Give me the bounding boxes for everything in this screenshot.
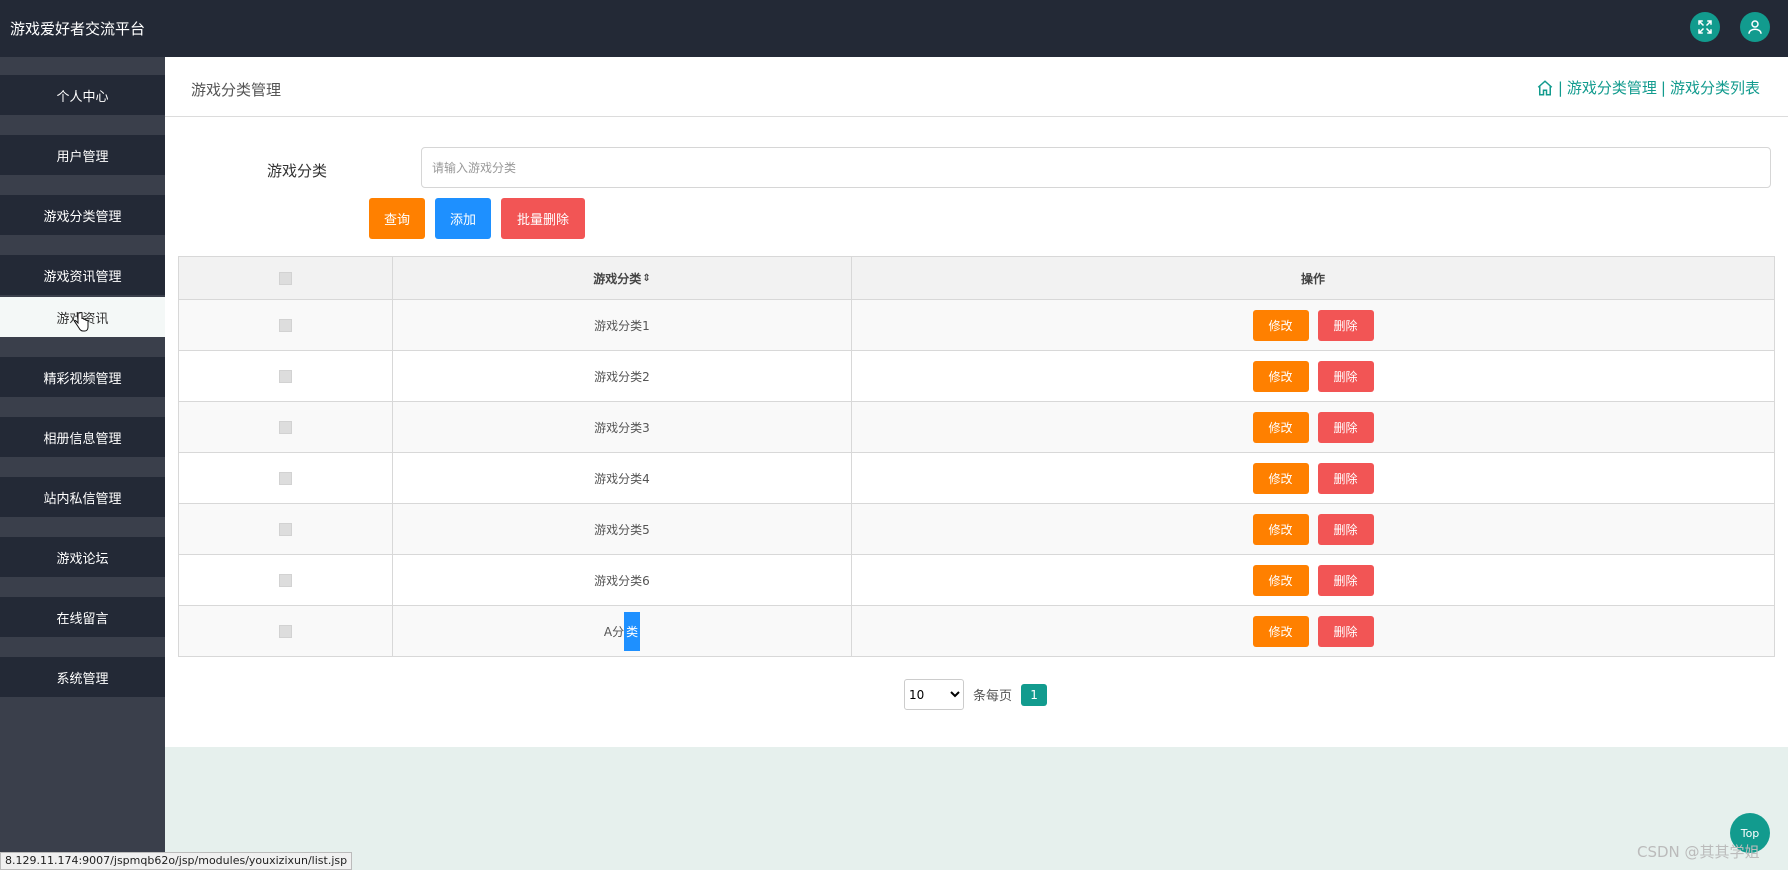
sidebar-item-forum[interactable]: 游戏论坛 (0, 537, 165, 577)
edit-button[interactable]: 修改 (1252, 411, 1309, 443)
header-actions-cell: 操作 (852, 257, 1774, 299)
search-input[interactable] (421, 147, 1771, 188)
category-name: 游戏分类6 (594, 573, 650, 588)
sidebar-item-messages[interactable]: 站内私信管理 (0, 477, 165, 517)
table-row: A分类 修改 删除 (179, 605, 1774, 656)
top-bar: 游戏爱好者交流平台 (0, 0, 1788, 57)
table-row: 游戏分类4 修改 删除 (179, 452, 1774, 503)
category-name: 游戏分类3 (594, 420, 650, 435)
breadcrumb-item-list[interactable]: 游戏分类列表 (1670, 77, 1760, 98)
sidebar-item-label: 个人中心 (56, 89, 109, 105)
delete-button[interactable]: 删除 (1317, 564, 1374, 596)
category-name: 游戏分类4 (594, 471, 650, 486)
category-name: 游戏分类1 (594, 318, 650, 333)
sidebar-item-game-news[interactable]: 游戏资讯管理 (0, 255, 165, 295)
category-name: 游戏分类2 (594, 369, 650, 384)
page-header: 游戏分类管理 | 游戏分类管理 | 游戏分类列表 (165, 57, 1788, 117)
delete-button[interactable]: 删除 (1317, 615, 1374, 647)
batch-delete-button[interactable]: 批量删除 (501, 198, 585, 239)
sidebar-item-system[interactable]: 系统管理 (0, 657, 165, 697)
search-label: 游戏分类 (267, 162, 328, 180)
row-checkbox[interactable] (279, 573, 292, 587)
add-button[interactable]: 添加 (435, 198, 491, 239)
app-title: 游戏爱好者交流平台 (10, 20, 146, 38)
query-button[interactable]: 查询 (369, 198, 425, 239)
row-checkbox[interactable] (279, 369, 292, 383)
text-selection-highlight: 类 (624, 611, 641, 651)
breadcrumb: | 游戏分类管理 | 游戏分类列表 (1536, 77, 1760, 98)
fullscreen-icon (1698, 20, 1712, 34)
sidebar: 个人中心 用户管理 游戏分类管理 游戏资讯管理 游戏资讯 精彩视频管理 相册信息… (0, 57, 165, 870)
delete-button[interactable]: 删除 (1317, 462, 1374, 494)
category-table: 游戏分类 ⇕ 操作 游戏分类1 修改 删除 游戏分类2 修改 删除 游戏分类3 修改删… (178, 256, 1775, 657)
column-header-actions: 操作 (1300, 271, 1325, 286)
edit-button[interactable]: 修改 (1252, 564, 1309, 596)
sidebar-item-users[interactable]: 用户管理 (0, 135, 165, 175)
breadcrumb-separator: | (1660, 78, 1666, 97)
row-checkbox[interactable] (279, 471, 292, 485)
page-number-current[interactable]: 1 (1021, 683, 1048, 706)
table-row: 游戏分类1 修改 删除 (179, 299, 1774, 350)
row-checkbox[interactable] (279, 420, 292, 434)
sidebar-item-albums[interactable]: 相册信息管理 (0, 417, 165, 457)
header-actions (1690, 12, 1770, 42)
table-row: 游戏分类2 修改 删除 (179, 350, 1774, 401)
watermark: CSDN @其其学姐 (1637, 843, 1760, 861)
sidebar-item-videos[interactable]: 精彩视频管理 (0, 357, 165, 397)
hand-cursor-icon (74, 312, 89, 332)
sidebar-item-label: 游戏论坛 (56, 551, 109, 567)
sidebar-item-label: 站内私信管理 (43, 491, 122, 507)
select-all-checkbox[interactable] (279, 271, 292, 285)
user-button[interactable] (1740, 12, 1770, 42)
edit-button[interactable]: 修改 (1252, 615, 1309, 647)
sidebar-item-personal-center[interactable]: 个人中心 (0, 75, 165, 115)
table-row: 游戏分类6 修改 删除 (179, 554, 1774, 605)
row-checkbox[interactable] (279, 624, 292, 638)
row-checkbox[interactable] (279, 318, 292, 332)
category-name-part: A分 (603, 624, 625, 639)
row-checkbox[interactable] (279, 522, 292, 536)
edit-button[interactable]: 修改 (1252, 462, 1309, 494)
delete-button[interactable]: 删除 (1317, 360, 1374, 392)
breadcrumb-separator: | (1557, 78, 1563, 97)
edit-button[interactable]: 修改 (1252, 309, 1309, 341)
fullscreen-button[interactable] (1690, 12, 1720, 42)
status-bar-url: 8.129.11.174:9007/jspmqb62o/jsp/modules/… (0, 852, 353, 870)
sidebar-item-label: 系统管理 (56, 671, 109, 687)
sidebar-item-label: 游戏资讯管理 (43, 269, 122, 285)
table-row: 游戏分类3 修改 删除 (179, 401, 1774, 452)
sidebar-item-label: 在线留言 (56, 611, 109, 627)
category-name: A分类 (603, 611, 641, 651)
table-row: 游戏分类5 修改 删除 (179, 503, 1774, 554)
delete-button[interactable]: 删除 (1317, 411, 1374, 443)
sidebar-item-guestbook[interactable]: 在线留言 (0, 597, 165, 637)
pagination: 10 条每页 1 (904, 679, 1048, 710)
page-title: 游戏分类管理 (191, 81, 282, 99)
sort-icon[interactable]: ⇕ (642, 273, 650, 284)
page-size-select[interactable]: 10 (904, 679, 964, 710)
breadcrumb-item-category[interactable]: 游戏分类管理 (1567, 77, 1657, 98)
per-page-label: 条每页 (973, 689, 1013, 704)
edit-button[interactable]: 修改 (1252, 513, 1309, 545)
main-panel: 游戏分类管理 | 游戏分类管理 | 游戏分类列表 游戏分类 查询 添加 批量删除… (165, 57, 1788, 747)
category-name: 游戏分类5 (594, 522, 650, 537)
delete-button[interactable]: 删除 (1317, 513, 1374, 545)
sidebar-item-game-category[interactable]: 游戏分类管理 (0, 195, 165, 235)
header-name-cell[interactable]: 游戏分类 ⇕ (393, 257, 852, 299)
user-icon (1748, 20, 1762, 34)
sidebar-item-label: 用户管理 (56, 149, 109, 165)
header-checkbox-cell (179, 257, 393, 299)
table-header-row: 游戏分类 ⇕ 操作 (179, 257, 1774, 299)
delete-button[interactable]: 删除 (1317, 309, 1374, 341)
home-icon[interactable] (1536, 79, 1554, 97)
sidebar-item-label: 相册信息管理 (43, 431, 122, 447)
column-header-name: 游戏分类 (593, 271, 642, 286)
sidebar-item-label: 精彩视频管理 (43, 371, 122, 387)
sidebar-item-label: 游戏分类管理 (43, 209, 122, 225)
edit-button[interactable]: 修改 (1252, 360, 1309, 392)
